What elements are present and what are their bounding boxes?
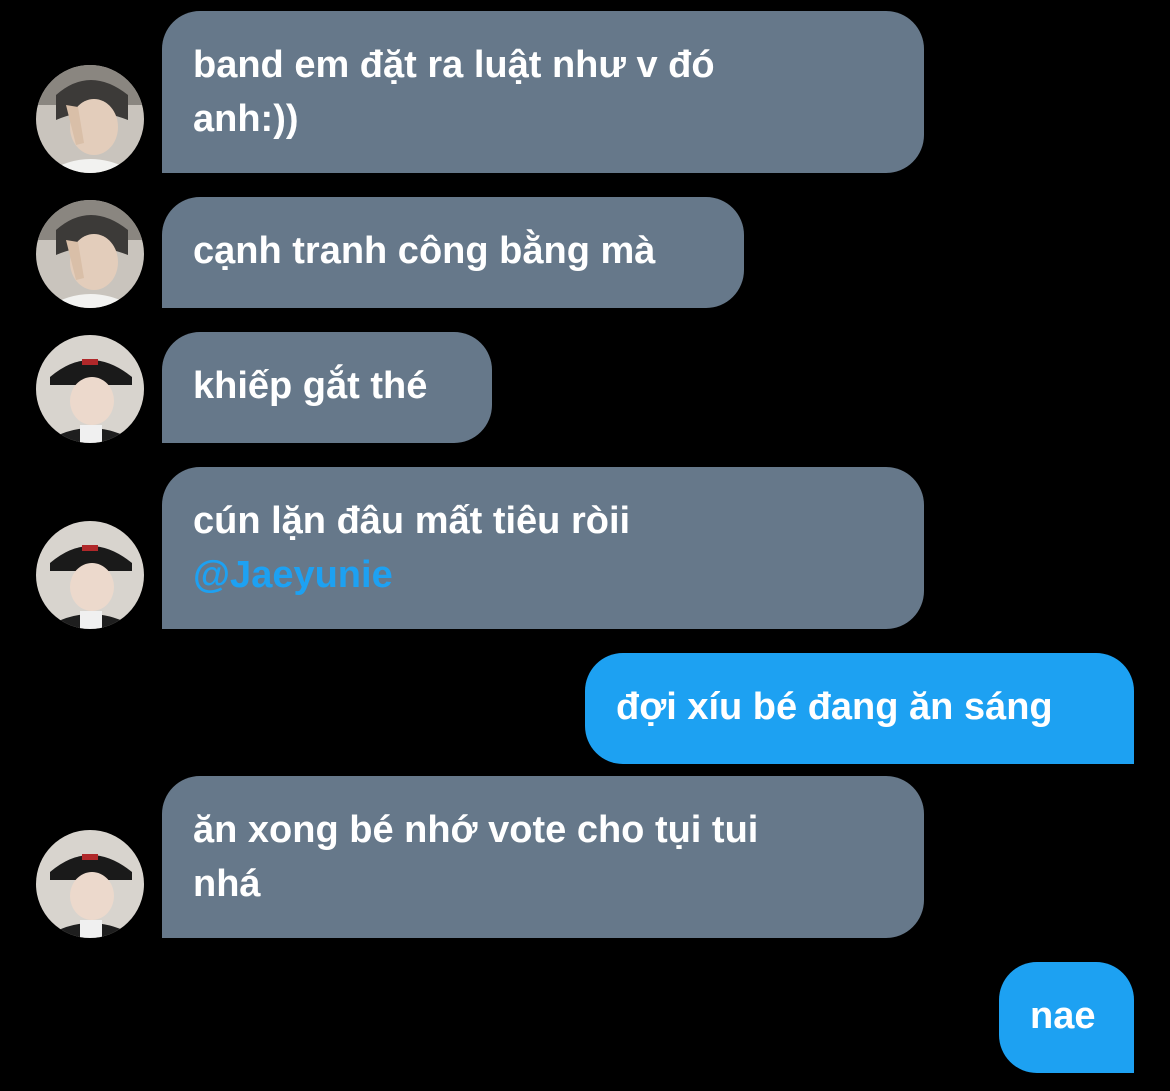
- message-text: anh:)): [193, 98, 299, 140]
- message-bubble[interactable]: cạnh tranh công bằng mà: [162, 197, 744, 308]
- sender-avatar[interactable]: [36, 521, 144, 629]
- avatar-user-b-icon: [36, 335, 144, 443]
- avatar-user-a-icon: [36, 65, 144, 173]
- message-bubble[interactable]: band em đặt ra luật như v đó anh:)): [162, 11, 924, 173]
- sender-avatar[interactable]: [36, 335, 144, 443]
- message-text: đợi xíu bé đang ăn sáng: [616, 686, 1053, 728]
- message-text: nhá: [193, 863, 261, 905]
- avatar-user-b-icon: [36, 830, 144, 938]
- message-text: khiếp gắt thé: [193, 365, 428, 407]
- message-bubble[interactable]: cún lặn đâu mất tiêu ròii @Jaeyunie: [162, 467, 924, 629]
- sender-avatar[interactable]: [36, 65, 144, 173]
- message-bubble-outgoing[interactable]: đợi xíu bé đang ăn sáng: [585, 653, 1134, 764]
- message-text: band em đặt ra luật như v đó: [193, 44, 715, 86]
- mention-link[interactable]: @Jaeyunie: [193, 548, 893, 602]
- message-text: ăn xong bé nhớ vote cho tụi tui: [193, 809, 759, 851]
- message-bubble-outgoing[interactable]: nae: [999, 962, 1134, 1073]
- sender-avatar[interactable]: [36, 200, 144, 308]
- message-bubble[interactable]: khiếp gắt thé: [162, 332, 492, 443]
- message-text: cạnh tranh công bằng mà: [193, 230, 656, 272]
- sender-avatar[interactable]: [36, 830, 144, 938]
- avatar-user-b-icon: [36, 521, 144, 629]
- message-text: nae: [1030, 995, 1096, 1037]
- message-text: cún lặn đâu mất tiêu ròii: [193, 500, 631, 542]
- message-bubble[interactable]: ăn xong bé nhớ vote cho tụi tui nhá: [162, 776, 924, 938]
- avatar-user-a-icon: [36, 200, 144, 308]
